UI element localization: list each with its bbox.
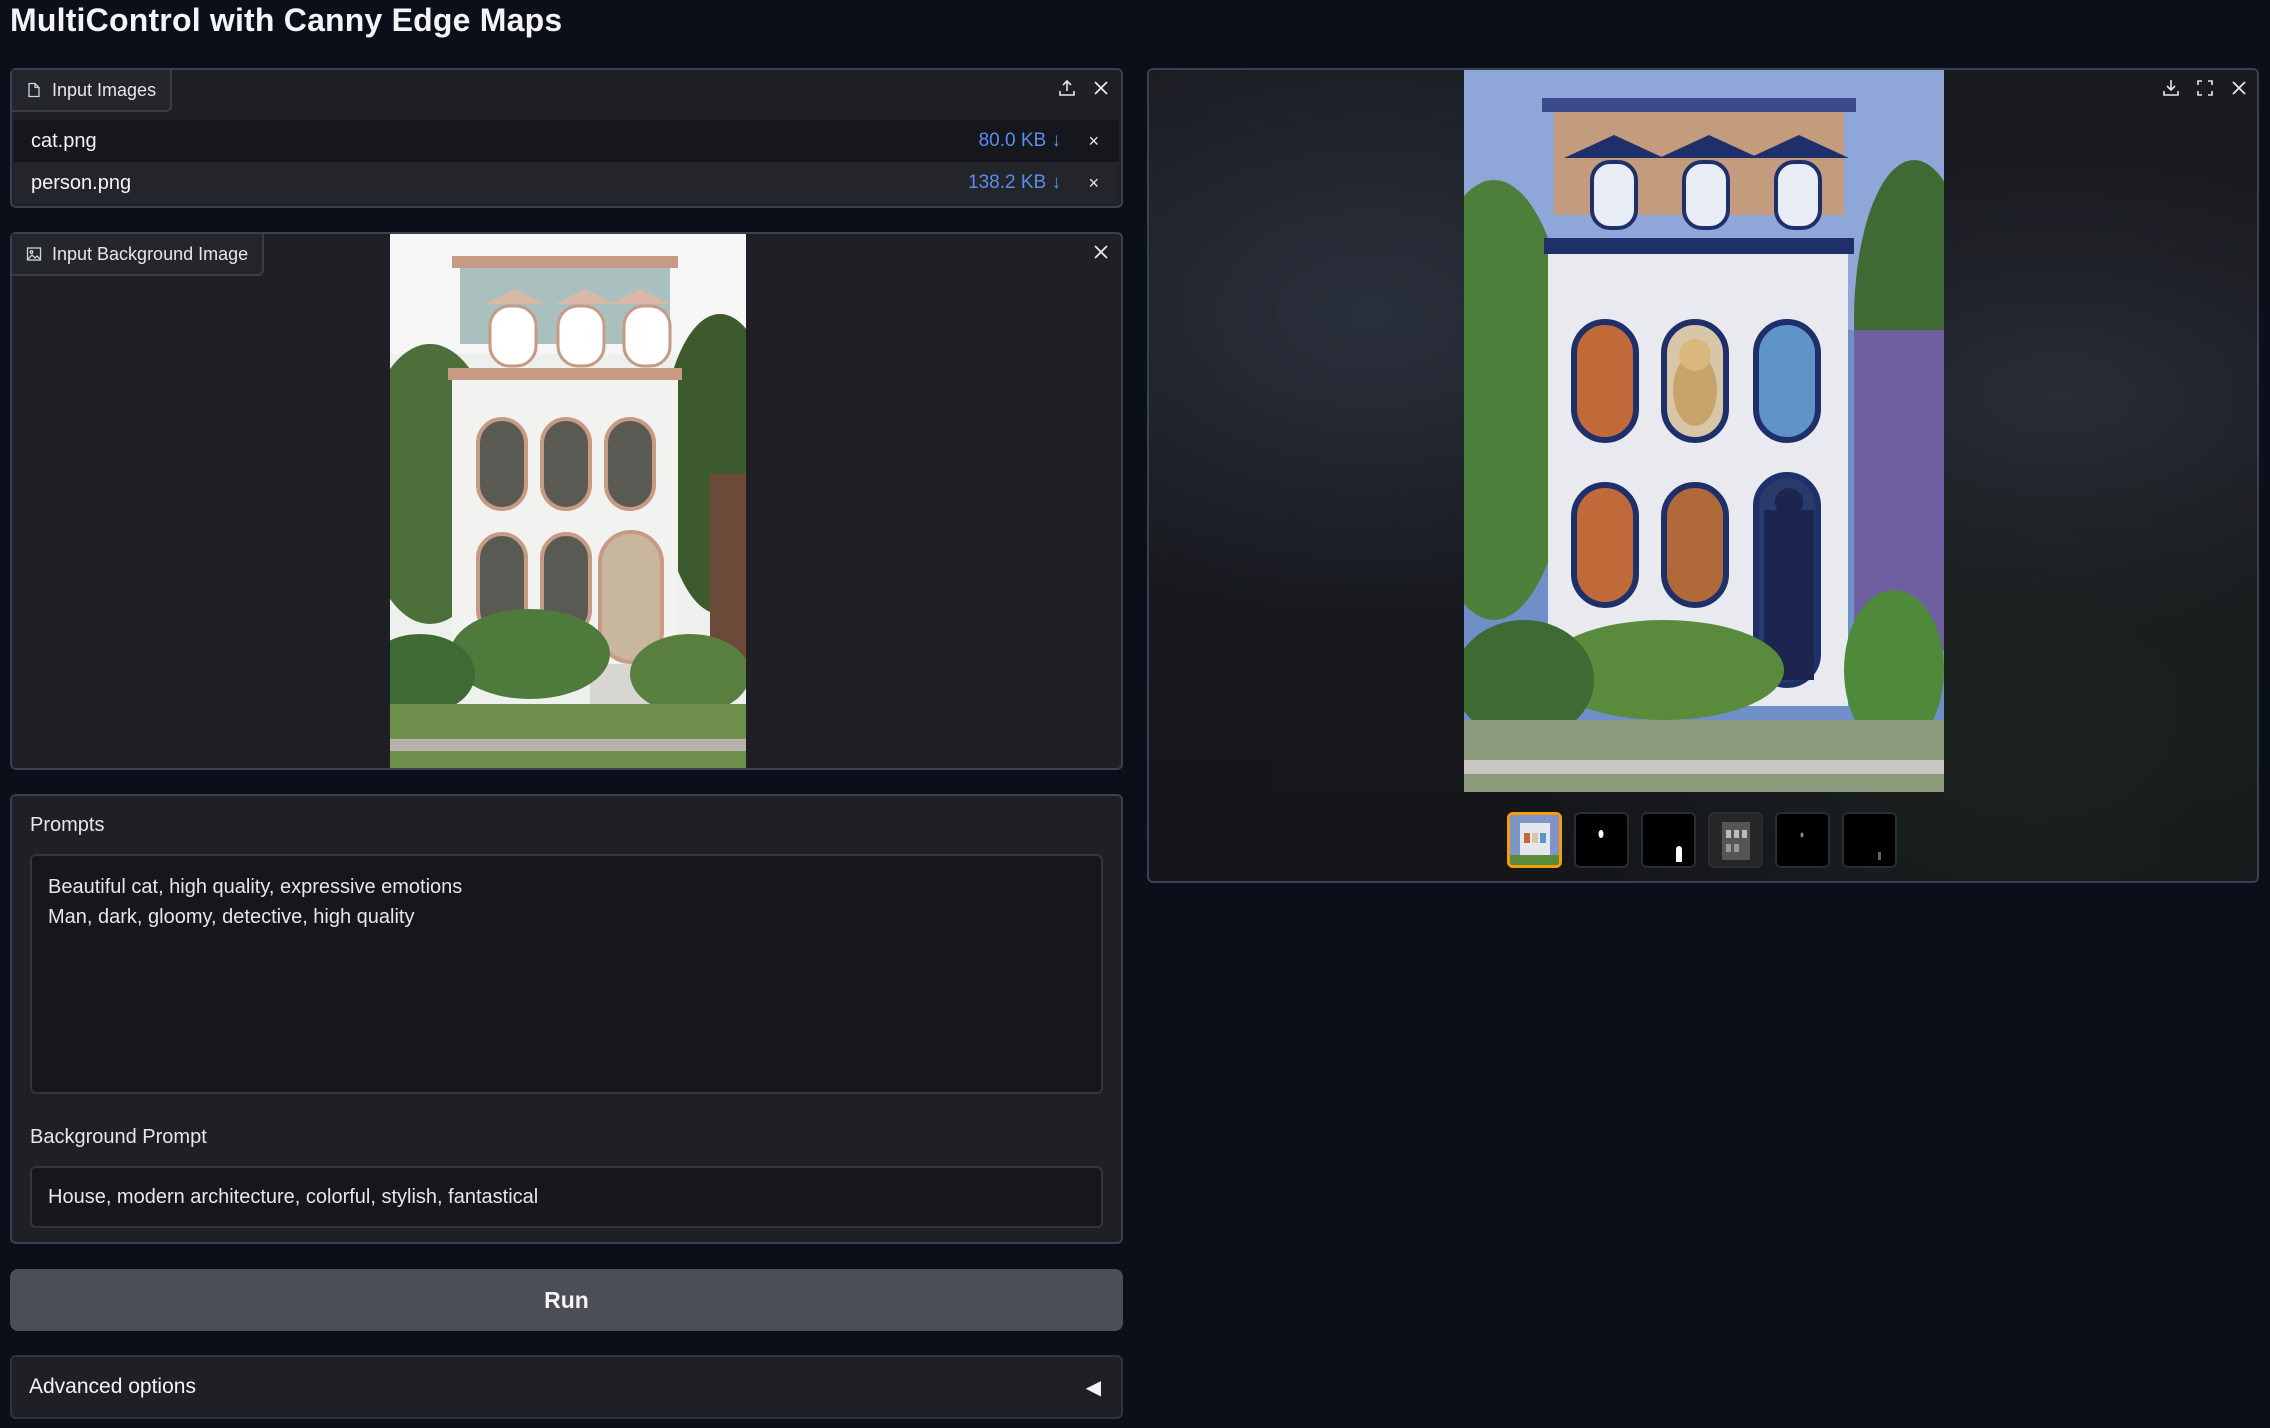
- prompts-label: Prompts: [30, 814, 105, 836]
- close-gallery-button[interactable]: [2225, 74, 2253, 102]
- thumbnail-cat-mask[interactable]: [1574, 812, 1629, 868]
- run-button[interactable]: Run: [10, 1269, 1123, 1331]
- clear-background-button[interactable]: [1087, 238, 1115, 266]
- prompts-panel: Prompts Beautiful cat, high quality, exp…: [10, 794, 1123, 1244]
- file-row: cat.png 80.0 KB ↓ ×: [14, 120, 1119, 162]
- fullscreen-icon: [2197, 80, 2213, 96]
- file-name: cat.png: [31, 129, 97, 152]
- advanced-options-label: Advanced options: [29, 1375, 196, 1398]
- file-size-download-link[interactable]: 80.0 KB ↓: [979, 130, 1061, 152]
- download-button[interactable]: [2157, 74, 2185, 102]
- remove-file-button[interactable]: ×: [1088, 173, 1099, 194]
- file-size-download-link[interactable]: 138.2 KB ↓: [968, 172, 1061, 194]
- background-house-image: [390, 234, 746, 768]
- thumbnail-cat-edge[interactable]: [1775, 812, 1830, 868]
- upload-button[interactable]: [1053, 74, 1081, 102]
- generated-image[interactable]: [1464, 70, 1944, 792]
- background-prompt-label: Background Prompt: [30, 1126, 207, 1148]
- thumbnail-strip: [1507, 812, 1897, 868]
- background-image-label: Input Background Image: [12, 234, 265, 276]
- background-prompt-input[interactable]: House, modern architecture, colorful, st…: [30, 1166, 1103, 1228]
- close-icon: [2232, 81, 2246, 95]
- input-images-panel[interactable]: Input Images cat.png 80.0 KB ↓ × person.…: [10, 68, 1123, 208]
- file-name: person.png: [31, 171, 132, 194]
- fullscreen-button[interactable]: [2191, 74, 2219, 102]
- thumbnail-person-edge[interactable]: [1842, 812, 1897, 868]
- collapse-caret-icon: ◀: [1085, 1377, 1101, 1399]
- close-icon: [1094, 81, 1108, 95]
- file-row: person.png 138.2 KB ↓ ×: [14, 162, 1119, 204]
- thumbnail-edge-map[interactable]: [1708, 812, 1763, 868]
- input-images-label: Input Images: [12, 70, 173, 112]
- page-title: MultiControl with Canny Edge Maps: [10, 2, 563, 38]
- thumbnail-result[interactable]: [1507, 812, 1562, 868]
- download-icon: [2163, 80, 2179, 96]
- thumbnail-person-mask[interactable]: [1641, 812, 1696, 868]
- input-images-label-text: Input Images: [52, 79, 157, 100]
- file-icon: [28, 82, 40, 98]
- background-image-label-text: Input Background Image: [52, 243, 249, 264]
- remove-file-button[interactable]: ×: [1088, 131, 1099, 152]
- prompts-textarea[interactable]: Beautiful cat, high quality, expressive …: [30, 854, 1103, 1094]
- output-gallery: [1147, 68, 2259, 883]
- upload-icon: [1059, 79, 1075, 96]
- image-icon: [26, 247, 42, 261]
- clear-images-button[interactable]: [1087, 74, 1115, 102]
- close-icon: [1094, 245, 1108, 259]
- background-image-panel[interactable]: Input Background Image: [10, 232, 1123, 770]
- advanced-options-accordion[interactable]: Advanced options ◀: [10, 1355, 1123, 1419]
